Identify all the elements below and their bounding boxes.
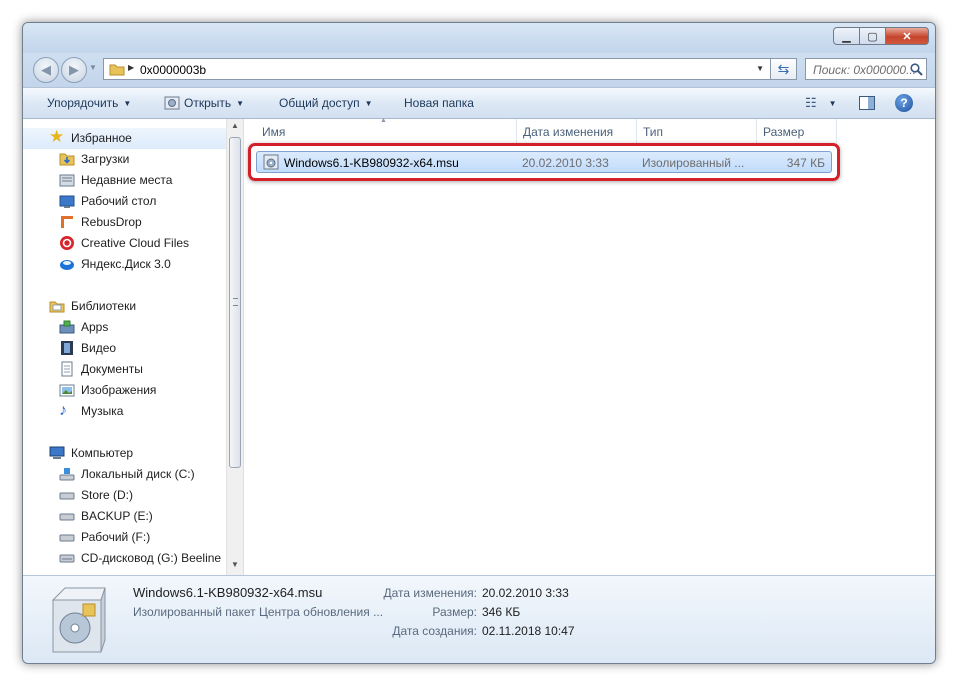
view-list-icon: ☷ — [805, 95, 817, 110]
organize-label: Упорядочить — [47, 96, 119, 110]
recent-places-icon — [59, 174, 75, 187]
system-drive-icon — [59, 468, 75, 481]
search-icon — [910, 63, 923, 76]
explorer-window: ▁ ▢ ✕ ◀ ▶ ▼ ▶ 0x0000003b ▼ ⇆ Поиск: 0x00… — [22, 22, 936, 664]
hard-drive-icon — [59, 513, 75, 521]
open-button[interactable]: Открыть ▼ — [164, 96, 244, 110]
details-size-value: 346 КБ — [482, 605, 521, 619]
organize-button[interactable]: Упорядочить ▼ — [47, 96, 131, 110]
nav-favorites[interactable]: ★ Избранное — [23, 128, 226, 149]
installer-icon — [164, 96, 180, 110]
refresh-icon: ⇆ — [777, 60, 790, 77]
minimize-button[interactable]: ▁ — [833, 27, 860, 45]
breadcrumb-separator-icon: ▶ — [128, 63, 135, 72]
star-icon: ★ — [49, 127, 65, 146]
column-header-name[interactable]: Имя ▲ — [256, 117, 517, 143]
caption-buttons: ▁ ▢ ✕ — [833, 27, 929, 47]
details-created-label: Дата создания: — [392, 624, 477, 638]
details-size-label: Размер: — [432, 605, 477, 619]
navigation-pane: ★ Избранное Загрузки Недавние места Рабо… — [23, 119, 242, 575]
chevron-down-icon: ▼ — [236, 99, 245, 108]
forward-arrow-icon: ▶ — [69, 62, 79, 77]
new-folder-label: Новая папка — [404, 96, 474, 110]
chevron-down-icon: ▼ — [123, 99, 132, 108]
details-created-value: 02.11.2018 10:47 — [482, 624, 575, 638]
details-file-type: Изолированный пакет Центра обновления ..… — [133, 605, 384, 619]
chevron-down-icon: ▼ — [364, 99, 373, 108]
search-box[interactable]: Поиск: 0x000000... — [805, 58, 927, 80]
new-folder-button[interactable]: Новая папка — [404, 96, 474, 110]
share-label: Общий доступ — [279, 96, 360, 110]
grip-icon — [233, 298, 238, 306]
help-button[interactable]: ? — [895, 94, 913, 112]
sort-ascending-icon: ▲ — [380, 117, 387, 124]
refresh-button[interactable]: ⇆ — [771, 58, 797, 80]
cd-drive-icon — [59, 554, 75, 563]
details-modified-value: 20.02.2010 3:33 — [482, 586, 569, 600]
chevron-down-icon: ▼ — [89, 63, 97, 72]
downloads-folder-icon — [59, 153, 75, 166]
scroll-down-icon[interactable]: ▼ — [231, 560, 239, 569]
open-label: Открыть — [184, 96, 232, 110]
navigation-bar: ◀ ▶ ▼ ▶ 0x0000003b ▼ ⇆ Поиск: 0x000000..… — [23, 53, 935, 87]
libraries-icon — [49, 301, 65, 313]
title-bar[interactable]: ▁ ▢ ✕ — [23, 23, 935, 53]
preview-pane-icon — [868, 97, 874, 109]
chevron-down-icon: ▼ — [828, 99, 837, 108]
music-library-icon: ♪ — [59, 402, 67, 419]
details-pane: Windows6.1-KB980932-x64.msu Изолированны… — [23, 575, 935, 663]
recent-pages-button[interactable]: ▼ — [89, 63, 97, 72]
column-header-date[interactable]: Дата изменения — [517, 119, 637, 143]
documents-library-icon — [61, 361, 73, 377]
back-arrow-icon: ◀ — [41, 62, 51, 77]
pictures-library-icon — [59, 384, 75, 397]
view-options-button[interactable]: ☷ ▼ — [805, 95, 837, 111]
address-dropdown-icon[interactable]: ▼ — [756, 64, 764, 73]
address-path[interactable]: 0x0000003b — [140, 63, 206, 77]
computer-icon — [49, 446, 65, 459]
column-header-type[interactable]: Тип — [637, 119, 757, 143]
details-file-name: Windows6.1-KB980932-x64.msu — [133, 585, 323, 600]
video-library-icon — [61, 341, 73, 355]
search-input[interactable]: Поиск: 0x000000... — [813, 63, 916, 77]
hard-drive-icon — [59, 534, 75, 542]
details-modified-label: Дата изменения: — [383, 586, 478, 600]
command-bar: Упорядочить ▼ Открыть ▼ Общий доступ ▼ Нова… — [23, 87, 935, 119]
red-highlight-frame — [248, 143, 840, 181]
yandex-disk-icon — [60, 260, 74, 270]
scroll-up-icon[interactable]: ▲ — [231, 121, 239, 130]
back-button[interactable]: ◀ — [33, 57, 59, 83]
file-list-pane: Имя ▲ Дата изменения Тип Размер Windows6… — [244, 117, 935, 575]
minimize-icon: ▁ — [842, 30, 851, 43]
scrollbar-thumb[interactable] — [229, 137, 241, 468]
close-icon: ✕ — [902, 30, 912, 43]
forward-button[interactable]: ▶ — [61, 57, 87, 83]
help-icon: ? — [900, 96, 908, 110]
hard-drive-icon — [59, 492, 75, 500]
maximize-button[interactable]: ▢ — [859, 27, 886, 45]
close-button[interactable]: ✕ — [885, 27, 929, 45]
creative-cloud-icon — [60, 236, 74, 250]
installer-package-icon — [51, 587, 106, 653]
apps-library-icon — [59, 320, 75, 334]
navigation-scrollbar[interactable]: ▲ ▼ — [226, 119, 243, 575]
column-header-size[interactable]: Размер — [757, 119, 837, 143]
rebusdrop-icon — [61, 216, 73, 228]
desktop-icon — [59, 195, 75, 208]
address-bar[interactable]: ▶ 0x0000003b ▼ — [103, 58, 771, 80]
folder-icon — [109, 64, 125, 76]
share-button[interactable]: Общий доступ ▼ — [279, 96, 373, 110]
maximize-icon: ▢ — [867, 30, 878, 43]
preview-pane-button[interactable] — [859, 96, 875, 110]
